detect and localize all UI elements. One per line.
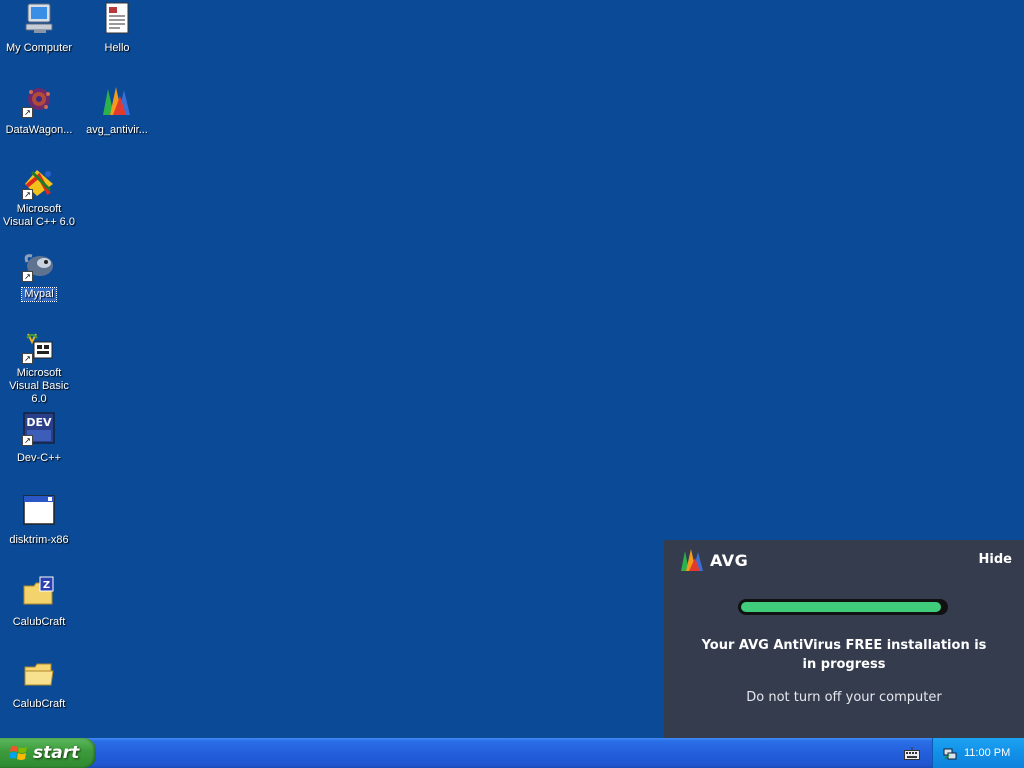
desktop-icon-label: CalubCraft	[12, 616, 66, 628]
desktop-icon-disktrim[interactable]: disktrim-x86	[0, 494, 79, 547]
shortcut-arrow-icon: ↗	[22, 271, 33, 282]
dev-cpp-icon: DEV ↗	[22, 412, 56, 446]
desktop-icon-hello[interactable]: Hello	[77, 2, 157, 55]
desktop-icon-label: Dev-C++	[16, 452, 62, 464]
install-progress-fill	[741, 602, 941, 612]
desktop-icon-calubcraft-folder[interactable]: CalubCraft	[0, 658, 79, 711]
windows-flag-icon	[10, 745, 28, 761]
avg-logo-icon	[681, 549, 703, 571]
desktop-icon-label: CalubCraft	[12, 698, 66, 710]
desktop-icon-label: Hello	[104, 42, 130, 54]
desktop-icon-label: disktrim-x86	[9, 534, 69, 546]
desktop-icon-label: Mypal	[21, 287, 57, 302]
shortcut-arrow-icon: ↗	[22, 189, 33, 200]
start-button[interactable]: start	[0, 738, 96, 768]
visual-cpp-icon: ↗	[22, 166, 56, 200]
desktop-icon-calubcraft-zip[interactable]: Z CalubCraft	[0, 576, 79, 629]
hide-button[interactable]: Hide	[979, 552, 1012, 567]
avg-install-notification: AVG Hide Your AVG AntiVirus FREE install…	[664, 540, 1024, 738]
visual-basic-icon: ↗	[22, 330, 56, 364]
avg-brand-text: AVG	[710, 550, 749, 570]
avg-logo: AVG	[680, 548, 748, 572]
desktop-icon-mypal[interactable]: ↗ Mypal	[0, 248, 79, 302]
install-progress-bar	[738, 599, 948, 615]
mypal-icon: ↗	[22, 248, 56, 282]
desktop-icon-label: Microsoft Visual Basic 6.0	[9, 367, 69, 405]
document-icon	[100, 2, 134, 36]
system-tray: 11:00 PM	[932, 738, 1024, 768]
shortcut-arrow-icon: ↗	[22, 353, 33, 364]
install-status-message: Your AVG AntiVirus FREE installation is …	[701, 638, 987, 672]
datawagon-icon: ↗	[22, 84, 56, 118]
zipped-folder-icon: Z	[22, 576, 56, 610]
shortcut-arrow-icon: ↗	[22, 435, 33, 446]
desktop-icon-label: DataWagon...	[5, 124, 73, 136]
desktop-icon-visual-cpp[interactable]: ↗ Microsoft Visual C++ 6.0	[0, 166, 79, 229]
avg-installer-icon	[100, 84, 134, 118]
zip-badge: Z	[43, 580, 50, 591]
desktop-icon-my-computer[interactable]: My Computer	[0, 2, 79, 55]
network-tray-icon[interactable]	[943, 746, 957, 760]
application-window-icon	[22, 494, 56, 528]
desktop-icon-label: My Computer	[5, 42, 73, 54]
desktop-icon-avg-installer[interactable]: avg_antivir...	[77, 84, 157, 137]
desktop-icon-dev-cpp[interactable]: DEV ↗ Dev-C++	[0, 412, 79, 465]
desktop-icon-label: Microsoft Visual C++ 6.0	[3, 203, 75, 228]
folder-icon	[22, 658, 56, 692]
desktop-icon-label: avg_antivir...	[86, 124, 148, 136]
shortcut-arrow-icon: ↗	[22, 107, 33, 118]
taskbar-clock: 11:00 PM	[964, 747, 1011, 759]
keyboard-language-icon[interactable]	[904, 746, 920, 760]
desktop-icon-visual-basic[interactable]: ↗ Microsoft Visual Basic 6.0	[0, 330, 79, 406]
my-computer-icon	[22, 2, 56, 36]
desktop-icon-datawagon[interactable]: ↗ DataWagon...	[0, 84, 79, 137]
taskbar: start 11:00 PM	[0, 738, 1024, 768]
desktop: My Computer Hello ↗ DataWagon... avg_ant…	[0, 0, 1024, 738]
dev-cpp-badge: DEV	[26, 416, 52, 429]
start-label: start	[33, 743, 80, 763]
install-warning-message: Do not turn off your computer	[746, 690, 942, 705]
